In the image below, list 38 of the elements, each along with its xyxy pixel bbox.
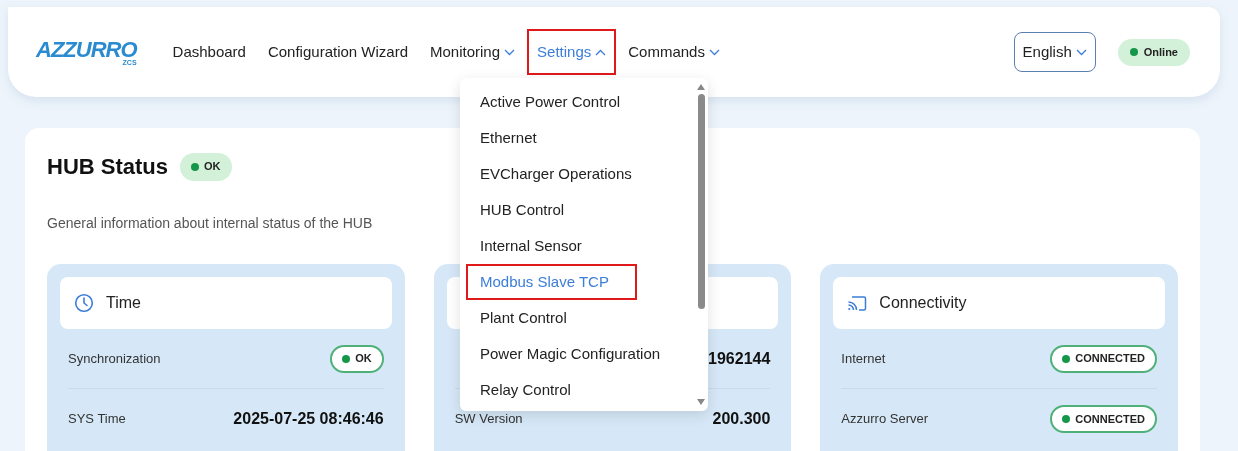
cast-icon: [847, 294, 868, 312]
row-value: 1962144: [708, 348, 771, 369]
nav-link[interactable]: Settings: [527, 29, 617, 75]
clock-icon: [74, 293, 94, 313]
row-value: 2025-07-25 08:46:46: [233, 409, 384, 429]
row-label: Azzurro Server: [841, 410, 929, 429]
menu-item[interactable]: Relay Control: [466, 372, 585, 408]
description-text: General information about internal status of the HUB: [47, 214, 373, 233]
panel-title: Time: [106, 293, 141, 313]
status-badge: CONNECTED: [1050, 405, 1157, 433]
row-label: Synchronization: [68, 349, 161, 368]
online-status-badge: Online: [1117, 38, 1190, 66]
row-label: SYS Time: [68, 410, 126, 429]
menu-item[interactable]: EVCharger Operations: [466, 156, 646, 192]
menu-item[interactable]: Ethernet: [466, 120, 551, 156]
menu-item[interactable]: Power Magic Configuration: [466, 336, 675, 372]
menu-item[interactable]: Plant Control: [466, 300, 581, 336]
chevron-down-icon: [1075, 48, 1087, 56]
nav-link[interactable]: Configuration Wizard: [257, 29, 418, 75]
status-badge: OK: [180, 152, 232, 181]
language-select[interactable]: English: [1013, 32, 1096, 72]
scroll-down-icon[interactable]: [697, 399, 705, 405]
nav-link[interactable]: Commands: [618, 29, 730, 75]
nav-link[interactable]: Dashboard: [162, 29, 256, 75]
status-badge: CONNECTED: [1050, 344, 1157, 373]
menu-item[interactable]: HUB Control: [466, 192, 579, 228]
page-title: HUB Status: [47, 153, 168, 181]
status-badge: OK: [330, 344, 384, 373]
menu-item[interactable]: Active Power Control: [466, 84, 635, 120]
row-label: SW Version: [454, 410, 523, 429]
nav-link[interactable]: Monitoring: [420, 29, 526, 75]
scrollbar-thumb[interactable]: [697, 94, 705, 309]
row-value: 200.300: [712, 409, 771, 429]
panel-title: Connectivity: [879, 293, 967, 313]
menu-item[interactable]: Internal Sensor: [466, 228, 596, 264]
menu-item[interactable]: Modbus Slave TCP: [466, 264, 637, 300]
scroll-up-icon[interactable]: [697, 84, 705, 90]
row-label: Internet: [841, 349, 886, 368]
